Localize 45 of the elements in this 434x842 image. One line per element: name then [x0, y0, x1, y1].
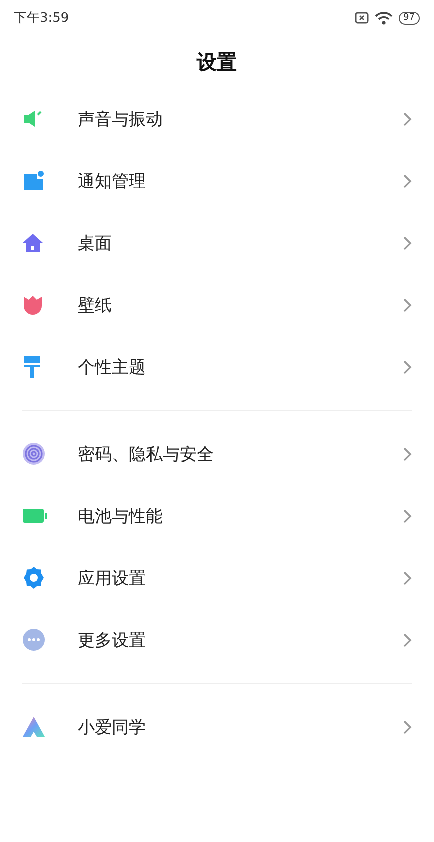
- chevron-icon: [403, 174, 412, 188]
- chevron-icon: [403, 446, 412, 462]
- fingerprint-icon: [22, 442, 46, 466]
- settings-item[interactable]: 更多设置: [0, 609, 434, 671]
- item-label: 小爱同学: [78, 716, 147, 738]
- chevron-icon: [403, 360, 412, 374]
- settings-item[interactable]: 壁纸: [0, 274, 434, 336]
- settings-item[interactable]: 声音与振动: [0, 88, 434, 150]
- item-label: 桌面: [78, 232, 113, 254]
- item-label: 声音与振动: [78, 108, 164, 130]
- chevron-icon: [403, 508, 412, 524]
- speaker-icon: [22, 109, 44, 129]
- chevron-icon: [403, 112, 412, 126]
- settings-item[interactable]: 小爱同学: [0, 696, 434, 758]
- tulip-icon: [22, 295, 44, 315]
- settings-item[interactable]: 应用设置: [0, 547, 434, 609]
- status-time: 下午3:59: [14, 10, 70, 27]
- chevron-icon: [403, 632, 412, 648]
- battery-indicator: 97: [398, 12, 420, 24]
- item-label: 应用设置: [78, 568, 147, 590]
- settings-icon: [22, 566, 46, 590]
- settings-item[interactable]: 电池与性能: [0, 485, 434, 547]
- chevron-icon: [403, 570, 412, 586]
- item-label: 密码、隐私与安全: [78, 444, 215, 466]
- battery-icon: [22, 508, 48, 524]
- home-icon: [22, 233, 44, 253]
- wifi-icon: [374, 12, 393, 24]
- item-label: 个性主题: [78, 356, 147, 378]
- chevron-icon: [403, 720, 412, 734]
- chevron-icon: [403, 298, 412, 312]
- brush-icon: [22, 355, 42, 379]
- sim-icon: [354, 12, 369, 24]
- item-label: 壁纸: [78, 294, 113, 316]
- page-title: 设置: [197, 48, 237, 76]
- notification-icon: [22, 170, 44, 192]
- settings-item[interactable]: 桌面: [0, 212, 434, 274]
- item-label: 通知管理: [78, 170, 147, 192]
- item-label: 电池与性能: [78, 506, 164, 528]
- settings-item[interactable]: 个性主题: [0, 336, 434, 398]
- settings-item[interactable]: 密码、隐私与安全: [0, 423, 434, 485]
- settings-item[interactable]: 通知管理: [0, 150, 434, 212]
- assistant-icon: [22, 716, 46, 738]
- more-icon: [22, 628, 46, 652]
- item-label: 更多设置: [78, 630, 147, 652]
- chevron-icon: [403, 236, 412, 250]
